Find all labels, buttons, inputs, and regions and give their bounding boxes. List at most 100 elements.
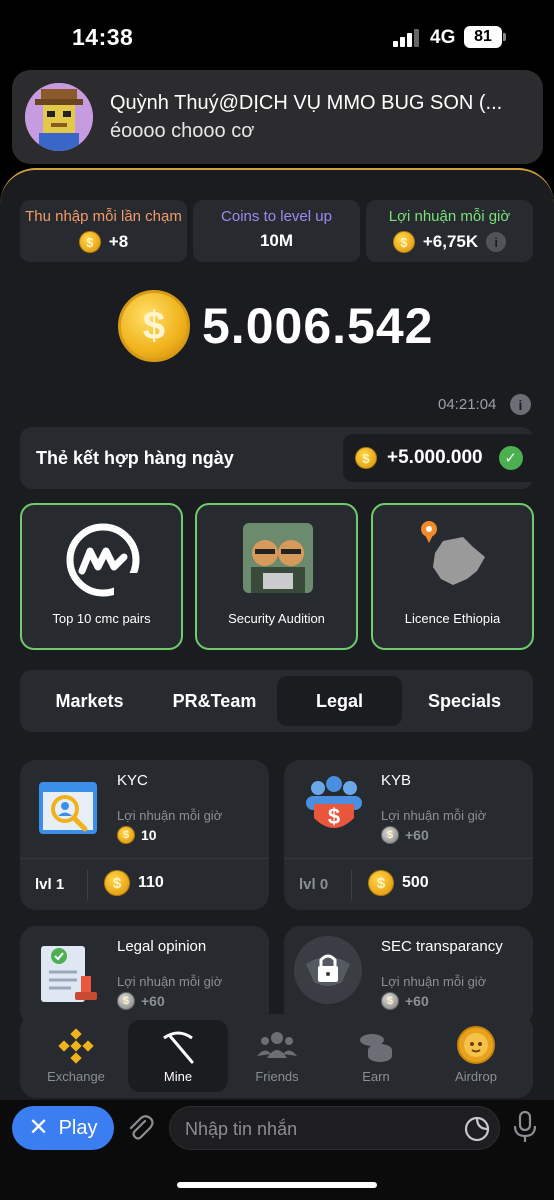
- check-icon: ✓: [498, 446, 523, 470]
- hamsters-image: [243, 523, 313, 593]
- tab-legal[interactable]: Legal: [277, 676, 402, 726]
- stat-value: +6,75K: [422, 232, 479, 251]
- combo-card-label: Security Audition: [228, 611, 325, 626]
- upgrade-title: KYC: [117, 772, 148, 789]
- upgrade-level: lvl 1: [35, 876, 65, 893]
- avatar: [25, 83, 93, 151]
- daily-combo-reward: $ +5.000.000 ✓: [343, 434, 544, 482]
- microphone-icon[interactable]: [512, 1110, 538, 1144]
- combo-card-security[interactable]: Security Audition: [195, 503, 358, 650]
- pickaxe-icon: [163, 1031, 194, 1064]
- coin-icon: $: [117, 826, 135, 844]
- stat-value: +8: [108, 232, 129, 251]
- upgrade-card-sec-transparancy[interactable]: SEC transparancy Lợi nhuận mỗi giờ $ +60: [284, 926, 533, 1026]
- binance-icon: [58, 1028, 94, 1064]
- sec-seal-icon: [294, 936, 362, 1004]
- friends-icon: [257, 1032, 297, 1058]
- coin-icon: $: [78, 231, 101, 253]
- notification-message: éoooo chooo cơ: [110, 120, 255, 142]
- balance: $ 5.006.542: [118, 290, 433, 362]
- close-icon: ✕: [28, 1114, 49, 1141]
- tab-pr-team[interactable]: PR&Team: [152, 676, 277, 726]
- battery-tip: [503, 33, 506, 41]
- notification-banner[interactable]: Quỳnh Thuý@DỊCH VỤ MMO BUG SON (... éooo…: [12, 70, 543, 164]
- nav-mine[interactable]: Mine: [128, 1020, 228, 1092]
- upgrade-card-kyb[interactable]: $ KYB Lợi nhuận mỗi giờ $ +60 lvl 0 $500: [284, 760, 533, 910]
- nav-airdrop[interactable]: Airdrop: [426, 1014, 526, 1098]
- nav-earn[interactable]: Earn: [326, 1014, 426, 1098]
- profit-label: Lợi nhuận mỗi giờ: [381, 808, 487, 823]
- upgrade-profit: 10: [141, 827, 157, 843]
- tab-specials[interactable]: Specials: [402, 676, 527, 726]
- upgrade-title: Legal opinion: [117, 938, 207, 955]
- status-time: 14:38: [72, 24, 134, 50]
- combo-card-label: Licence Ethiopia: [404, 611, 501, 626]
- daily-combo-label: Thẻ kết hợp hàng ngày: [36, 448, 234, 468]
- message-input[interactable]: Nhập tin nhắn: [169, 1106, 500, 1150]
- coin-icon: $: [117, 992, 135, 1010]
- battery-icon: 81: [464, 26, 502, 48]
- upgrade-title: SEC transparancy: [381, 938, 503, 955]
- profit-label: Lợi nhuận mỗi giờ: [117, 974, 223, 989]
- kyb-icon: $: [306, 776, 362, 829]
- stat-tap-income: Thu nhập mỗi lần chạm $ +8: [20, 200, 187, 262]
- play-label: Play: [58, 1116, 98, 1139]
- stat-label: Coins to level up: [221, 208, 332, 225]
- divider: [87, 870, 88, 900]
- coin-icon: $: [355, 447, 377, 469]
- upgrade-cost: 110: [138, 874, 164, 891]
- message-placeholder: Nhập tin nhắn: [185, 1119, 298, 1139]
- coin-icon: $: [368, 870, 394, 896]
- ethiopia-map-icon: [421, 521, 485, 585]
- nav-exchange[interactable]: Exchange: [26, 1014, 126, 1098]
- home-indicator: [177, 1182, 377, 1188]
- kyc-icon: [39, 782, 97, 834]
- bottom-nav: Exchange Mine Friends Earn Airdrop: [20, 1014, 533, 1098]
- stat-label: Lợi nhuận mỗi giờ: [388, 208, 511, 225]
- coin-icon: $: [381, 992, 399, 1010]
- upgrade-profit: +60: [405, 827, 429, 843]
- status-bar: 14:38 4G 81: [0, 0, 554, 70]
- signal-icon: [393, 29, 421, 47]
- nav-friends[interactable]: Friends: [227, 1014, 327, 1098]
- coin-icon: $: [381, 826, 399, 844]
- play-button[interactable]: ✕ Play: [12, 1106, 114, 1150]
- nav-label: Mine: [163, 1069, 193, 1084]
- dollar-coin-icon: $: [118, 290, 190, 362]
- upgrade-profit: +60: [141, 993, 165, 1009]
- sticker-icon[interactable]: [463, 1115, 491, 1143]
- hamster-coin-icon: [457, 1026, 495, 1064]
- nav-label: Airdrop: [455, 1069, 497, 1084]
- timer: 04:21:04: [438, 396, 497, 413]
- coin-icon: $: [392, 231, 415, 253]
- attach-icon[interactable]: [125, 1113, 155, 1143]
- tab-markets[interactable]: Markets: [27, 676, 152, 726]
- legal-document-icon: [41, 946, 97, 1002]
- coinmarketcap-icon: [66, 523, 140, 597]
- stat-value: 10M: [259, 231, 294, 250]
- upgrade-card-kyc[interactable]: KYC Lợi nhuận mỗi giờ $10 lvl 1 $110: [20, 760, 269, 910]
- divider: [284, 858, 533, 859]
- divider: [20, 858, 269, 859]
- info-icon[interactable]: i: [486, 232, 507, 252]
- combo-card-label: Top 10 cmc pairs: [52, 611, 151, 626]
- network-type: 4G: [430, 27, 456, 48]
- stat-level-up: Coins to level up 10M: [193, 200, 360, 262]
- combo-card-cmc[interactable]: Top 10 cmc pairs: [20, 503, 183, 650]
- upgrade-title: KYB: [381, 772, 412, 789]
- combo-card-ethiopia[interactable]: Licence Ethiopia: [371, 503, 534, 650]
- upgrade-card-legal-opinion[interactable]: Legal opinion Lợi nhuận mỗi giờ $ +60: [20, 926, 269, 1026]
- info-icon[interactable]: i: [510, 394, 531, 415]
- svg-text:$: $: [328, 804, 340, 829]
- profit-label: Lợi nhuận mỗi giờ: [381, 974, 487, 989]
- nav-label: Friends: [255, 1069, 299, 1084]
- nav-label: Exchange: [47, 1069, 105, 1084]
- upgrade-level: lvl 0: [299, 876, 329, 893]
- balance-value: 5.006.542: [202, 298, 434, 354]
- daily-combo: Thẻ kết hợp hàng ngày $ +5.000.000 ✓: [20, 427, 544, 489]
- daily-reward-value: +5.000.000: [387, 447, 483, 468]
- coin-icon: $: [104, 870, 130, 896]
- stat-label: Thu nhập mỗi lần chạm: [25, 208, 182, 225]
- upgrade-cost: 500: [402, 874, 429, 891]
- stat-hourly-profit: Lợi nhuận mỗi giờ $ +6,75K i: [366, 200, 533, 262]
